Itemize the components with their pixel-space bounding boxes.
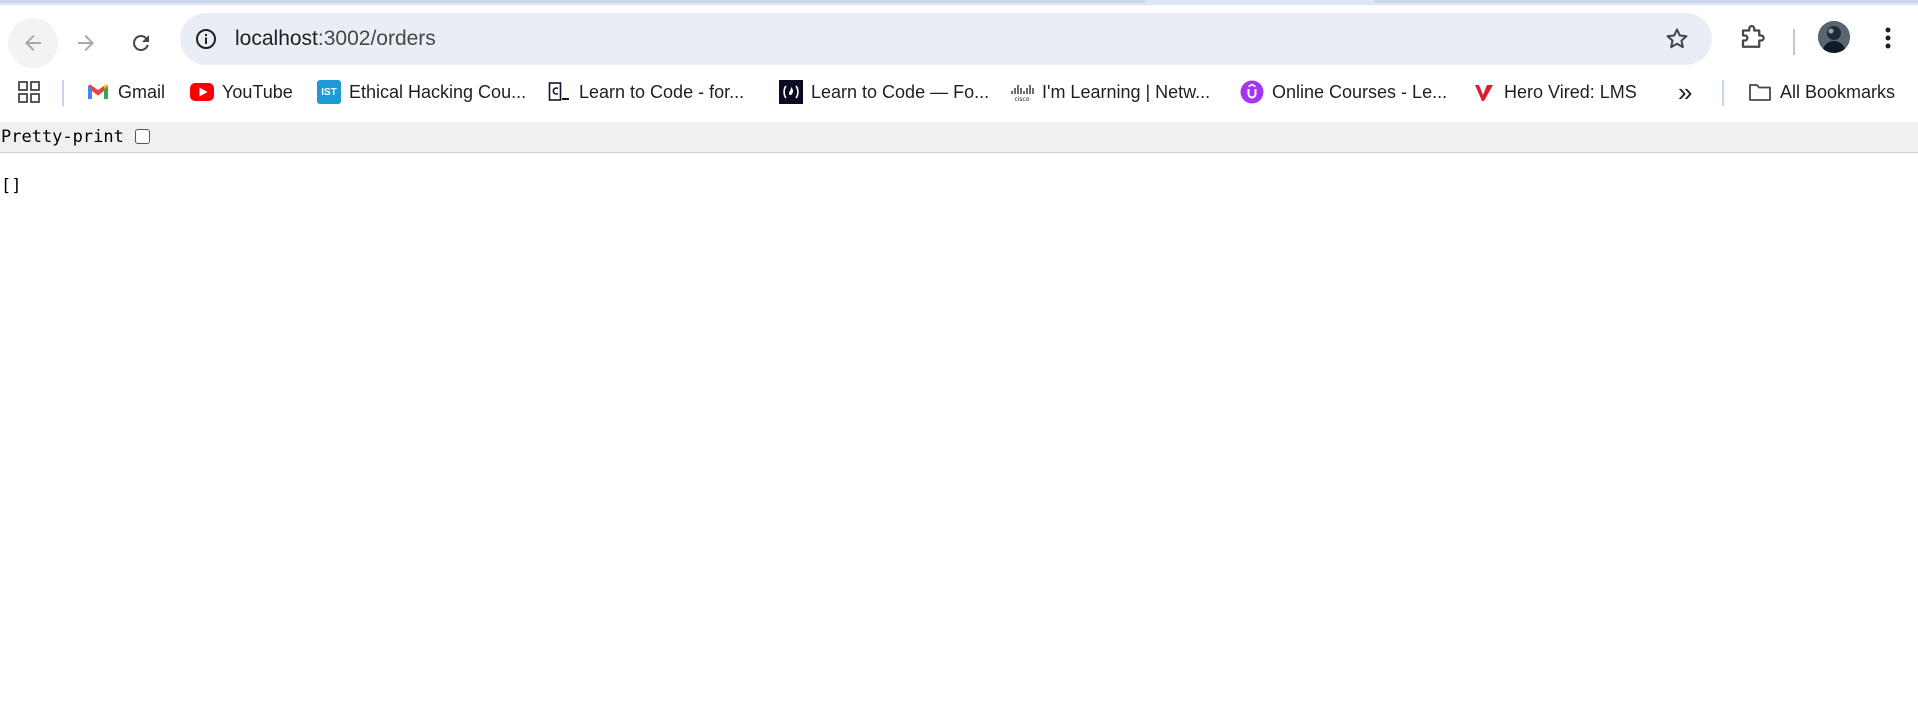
bookmark-star-icon[interactable]	[1664, 26, 1690, 52]
bookmark-youtube[interactable]: YouTube	[190, 74, 293, 110]
bookmark-label: Hero Vired: LMS	[1504, 81, 1637, 102]
apps-button[interactable]	[17, 74, 41, 110]
bookmarks-overflow-button[interactable]: »	[1678, 74, 1692, 110]
chevron-double-right-icon: »	[1678, 76, 1693, 107]
udemy-icon	[1240, 80, 1264, 104]
bookmark-freecodecamp[interactable]: Learn to Code — Fo...	[779, 74, 989, 110]
pretty-print-bar: Pretty-print	[0, 122, 1918, 153]
toolbar-divider	[1793, 29, 1795, 55]
arrow-left-icon	[25, 35, 41, 51]
forward-button[interactable]	[61, 18, 111, 68]
herovired-icon	[1472, 80, 1496, 104]
reload-icon	[132, 34, 149, 51]
bookmark-gmail[interactable]: Gmail	[86, 74, 165, 110]
gmail-icon	[86, 80, 110, 104]
bookmark-ethical-hacking[interactable]: IST Ethical Hacking Cou...	[317, 74, 526, 110]
bookmarks-bar: Gmail YouTube IST Ethical Hacking Cou...…	[0, 74, 1918, 112]
site-info-icon[interactable]	[194, 27, 218, 51]
bookmark-label: YouTube	[222, 81, 293, 102]
cisco-icon: cisco	[1010, 80, 1034, 104]
pretty-print-checkbox[interactable]	[135, 129, 150, 144]
freecodecamp-icon	[779, 80, 803, 104]
all-bookmarks-button[interactable]: All Bookmarks	[1748, 74, 1895, 110]
url-host: localhost	[235, 27, 318, 50]
bookmarks-divider	[62, 80, 64, 106]
bookmark-label: Ethical Hacking Cou...	[349, 81, 527, 102]
arrow-right-icon	[78, 35, 94, 51]
json-content: []	[1, 176, 22, 196]
url-text[interactable]: localhost:3002/orders	[235, 27, 436, 51]
bookmark-netacad[interactable]: cisco I'm Learning | Netw...	[1010, 74, 1210, 110]
tab-strip-segment	[0, 0, 1145, 3]
profile-avatar[interactable]	[1818, 21, 1850, 53]
kebab-menu-icon[interactable]	[1876, 23, 1900, 53]
ist-icon-text: IST	[321, 86, 337, 98]
bookmark-hero-vired[interactable]: Hero Vired: LMS	[1472, 74, 1637, 110]
back-button[interactable]	[8, 18, 58, 68]
url-path: :3002/orders	[317, 27, 436, 50]
bookmark-udemy[interactable]: Online Courses - Le...	[1240, 74, 1447, 110]
extensions-icon[interactable]	[1738, 23, 1768, 53]
bookmark-label: I'm Learning | Netw...	[1042, 81, 1211, 102]
ist-icon: IST	[317, 80, 341, 104]
tab-strip-segment	[1375, 0, 1918, 3]
all-bookmarks-label: All Bookmarks	[1780, 81, 1896, 102]
bookmark-codecademy[interactable]: Learn to Code - for...	[547, 74, 744, 110]
folder-icon	[1748, 80, 1772, 104]
browser-toolbar: localhost:3002/orders	[0, 5, 1918, 69]
bookmark-label: Learn to Code — Fo...	[811, 81, 990, 102]
apps-grid-icon	[18, 81, 40, 103]
bookmark-label: Gmail	[118, 81, 166, 102]
codecademy-icon	[547, 80, 571, 104]
svg-text:cisco: cisco	[1014, 96, 1029, 103]
avatar-image	[1818, 21, 1850, 53]
bookmark-label: Learn to Code - for...	[579, 81, 745, 102]
youtube-icon	[190, 80, 214, 104]
bookmark-label: Online Courses - Le...	[1272, 81, 1448, 102]
bookmarks-divider	[1722, 80, 1724, 106]
pretty-print-label: Pretty-print	[1, 127, 124, 147]
reload-button[interactable]	[116, 18, 166, 68]
address-bar[interactable]: localhost:3002/orders	[180, 13, 1712, 65]
